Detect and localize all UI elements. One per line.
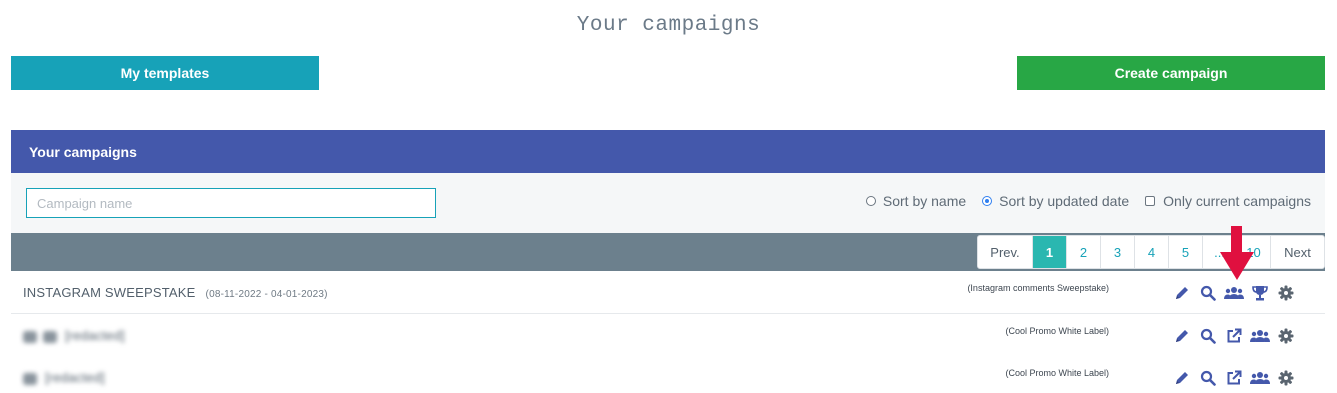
sort-by-name-option[interactable]: Sort by name [865,193,967,209]
sort-by-date-radio[interactable] [982,196,993,206]
search-icon[interactable] [1197,283,1219,303]
external-link-icon[interactable] [1223,326,1245,346]
campaign-type: (Instagram comments Sweepstake) [967,283,1109,293]
page-5-button[interactable]: 5 [1168,236,1202,268]
campaign-actions [1171,283,1301,303]
sort-by-name-label: Sort by name [882,193,967,209]
campaign-title: INSTAGRAM SWEEPSTAKE [23,285,196,300]
campaign-actions [1171,326,1301,346]
sort-by-name-radio[interactable] [865,196,876,206]
pencil-icon[interactable] [1171,368,1193,388]
external-link-icon[interactable] [1223,368,1245,388]
gear-icon[interactable] [1275,368,1297,388]
sort-by-date-label: Sort by updated date [999,193,1130,209]
users-icon[interactable] [1249,326,1271,346]
sort-options: Sort by name Sort by updated date Only c… [850,193,1311,209]
campaign-title: [redacted] [45,370,105,385]
campaigns-panel-header: Your campaigns [11,130,1325,173]
page-3-button[interactable]: 3 [1100,236,1134,268]
annotation-arrow-icon [1220,226,1254,280]
campaign-row: INSTAGRAM SWEEPSTAKE (08-11-2022 - 04-01-… [11,271,1325,314]
search-icon[interactable] [1197,368,1219,388]
campaign-row: [redacted] (Cool Promo White Label) [11,314,1325,357]
search-icon[interactable] [1197,326,1219,346]
page-2-button[interactable]: 2 [1066,236,1100,268]
pagination: Prev. 1 2 3 4 5 ... 10 Next [977,235,1325,269]
pencil-icon[interactable] [1171,283,1193,303]
campaign-type: (Cool Promo White Label) [1005,368,1109,378]
only-current-checkbox[interactable] [1145,196,1156,206]
gear-icon[interactable] [1275,326,1297,346]
panel-header-title: Your campaigns [29,143,137,160]
prev-page-button[interactable]: Prev. [978,236,1032,268]
campaign-name-search-input[interactable] [26,188,436,218]
only-current-label: Only current campaigns [1163,193,1311,209]
sort-by-date-option[interactable]: Sort by updated date [982,193,1129,209]
next-page-button[interactable]: Next [1270,236,1324,268]
pagination-bar: Prev. 1 2 3 4 5 ... 10 Next [11,233,1325,271]
page-4-button[interactable]: 4 [1134,236,1168,268]
campaign-type: (Cool Promo White Label) [1005,326,1109,336]
users-icon[interactable] [1249,368,1271,388]
campaign-dates: (08-11-2022 - 04-01-2023) [205,289,328,300]
campaign-row: [redacted] (Cool Promo White Label) [11,356,1325,393]
campaign-title: [redacted] [65,328,125,343]
page-1-button[interactable]: 1 [1032,236,1066,268]
filter-bar: Sort by name Sort by updated date Only c… [11,173,1325,233]
only-current-option[interactable]: Only current campaigns [1145,193,1311,209]
my-templates-button[interactable]: My templates [11,56,319,90]
gear-icon[interactable] [1275,283,1297,303]
create-campaign-button[interactable]: Create campaign [1017,56,1325,90]
trophy-icon[interactable] [1249,283,1271,303]
pencil-icon[interactable] [1171,326,1193,346]
users-icon[interactable] [1223,283,1245,303]
page-title: Your campaigns [576,14,761,37]
campaign-actions [1171,368,1301,388]
